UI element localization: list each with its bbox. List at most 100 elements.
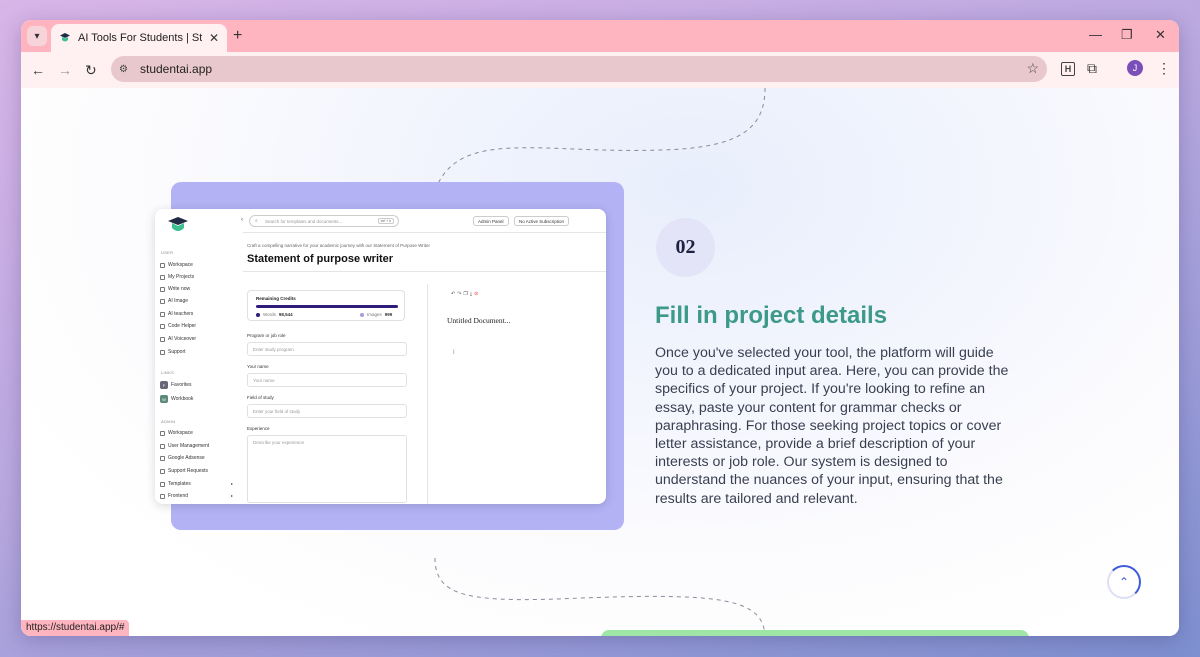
caret-right-icon[interactable]: ▸ [231,493,233,498]
sidebar-item[interactable]: My Projects [160,274,194,280]
shortcut-hint: ctrl + k [377,218,394,224]
field-label: Program or job role [247,333,286,338]
pen-icon [160,286,165,292]
forward-arrow-icon[interactable]: → [58,61,72,79]
next-section-edge [601,630,1029,636]
field-label: Field of study [247,395,274,400]
credits-title: Remaining Credits [256,296,296,301]
words-credit: Words 98,544 [256,312,293,317]
tab-bar: ▾ AI Tools For Students | Student ✕ + — … [21,20,1179,52]
tab-search-button[interactable]: ▾ [27,26,47,46]
tune-icon[interactable]: ⚙ [119,64,133,75]
microphone-icon [160,336,165,342]
restore-icon[interactable]: ❐ [1121,26,1133,44]
graduation-cap-logo-icon [168,217,188,231]
sidebar-item[interactable]: AI Voiceover [160,336,196,342]
sidebar-item[interactable]: Write now [160,286,190,292]
sidebar-link[interactable]: F Favorites [160,381,192,389]
sidebar-item[interactable]: Workspace [160,430,193,436]
tool-subtitle: Craft a compelling narrative for your ac… [247,243,430,248]
folder-icon [160,274,165,280]
subscription-button[interactable]: No Active Subscription [514,216,570,226]
credits-progress-bar [256,305,398,308]
grid-icon [160,430,165,436]
sidebar-link[interactable]: W Workbook [160,395,193,403]
sidebar-item[interactable]: Google Adsense [160,455,205,461]
minimize-icon[interactable]: — [1089,26,1102,44]
sidebar-item[interactable]: Code Helper [160,323,196,329]
app-screenshot: USER Workspace My Projects Write now AI … [155,209,606,504]
grid-icon [160,262,165,268]
app-sidebar: USER Workspace My Projects Write now AI … [155,209,245,504]
section-admin: ADMIN [161,419,176,424]
google-icon [160,455,165,461]
tab-title: AI Tools For Students | Student [78,32,202,44]
text-cursor-icon: I [453,350,455,356]
step-number-badge: 02 [656,218,715,277]
code-icon [160,323,165,329]
divider [427,284,428,504]
reload-icon[interactable]: ↻ [85,61,97,79]
tool-heading: Statement of purpose writer [247,253,394,265]
divider [243,232,606,233]
template-icon [160,481,165,487]
browser-window: ▾ AI Tools For Students | Student ✕ + — … [21,20,1179,636]
collapse-chevron-icon[interactable]: ‹ [241,217,243,223]
support-icon [160,349,165,355]
document-title[interactable]: Untitled Document... [447,316,510,325]
experience-textarea[interactable]: Describe your experience [247,435,407,503]
program-input[interactable]: Enter study program [247,342,407,356]
name-input[interactable]: Your name [247,373,407,387]
images-credit: Images 999 [360,312,392,317]
status-bar-url: https://studentai.app/# [21,620,130,636]
browser-toolbar: ← → ↻ ⚙ studentai.app ☆ H ⧉ J ⋮ [21,52,1179,88]
close-icon[interactable]: ✕ [209,31,219,45]
sidebar-item[interactable]: Templates [160,481,191,487]
link-badge: W [160,395,168,403]
tab-active[interactable]: AI Tools For Students | Student ✕ [51,24,227,52]
step-description: Once you've selected your tool, the plat… [655,345,1009,507]
delete-icon[interactable]: ⊘ [474,291,480,297]
kebab-icon[interactable]: ⋮ [1157,60,1171,77]
sidebar-item[interactable]: Workspace [160,262,193,268]
users-icon [160,443,165,449]
image-icon [160,298,165,304]
sidebar-item[interactable]: User Management [160,443,209,449]
scroll-to-top-button[interactable]: ⌃ [1107,565,1141,599]
puzzle-icon[interactable]: ⧉ [1087,60,1097,77]
field-label: Experience [247,426,270,431]
monitor-icon [160,493,165,499]
dot-icon [256,312,260,317]
back-arrow-icon[interactable]: ← [31,61,45,79]
field-of-study-input[interactable]: Enter your field of study [247,404,407,418]
app-topbar: ‹ ⌕ Search for templates and documents..… [239,215,602,228]
admin-panel-button[interactable]: Admin Panel [473,216,509,226]
remaining-credits-card: Remaining Credits Words 98,544 Images 999 [247,290,405,321]
url-text[interactable]: studentai.app [140,62,212,76]
avatar[interactable]: J [1127,60,1143,76]
editor-toolbar: ↶↷❐⤓⊘ [451,291,480,297]
template-search-input[interactable]: ⌕ Search for templates and documents... … [249,215,399,227]
page-content: USER Workspace My Projects Write now AI … [21,88,1179,636]
extension-h-icon[interactable]: H [1061,62,1075,76]
star-icon[interactable]: ☆ [1026,60,1039,77]
window-close-icon[interactable]: ✕ [1155,26,1166,44]
section-user: USER [161,250,174,255]
sidebar-item[interactable]: Support [160,349,186,355]
sidebar-item[interactable]: Frontend [160,493,188,499]
address-bar[interactable]: ⚙ studentai.app ☆ [111,56,1047,82]
step-title: Fill in project details [655,302,888,329]
chevron-up-icon: ⌃ [1118,575,1130,589]
sidebar-item[interactable]: AI Image [160,298,188,304]
site-favicon-icon [60,33,70,42]
caret-right-icon[interactable]: ▸ [231,481,233,486]
dot-icon [360,312,364,317]
plus-icon[interactable]: + [233,26,242,46]
chat-icon [160,311,165,317]
sidebar-item[interactable]: AI teachers [160,311,193,317]
link-badge: F [160,381,168,389]
chevron-down-icon: ▾ [34,30,40,42]
section-links: LINKS [161,370,175,375]
sidebar-item[interactable]: Support Requests [160,468,208,474]
divider [243,271,606,272]
